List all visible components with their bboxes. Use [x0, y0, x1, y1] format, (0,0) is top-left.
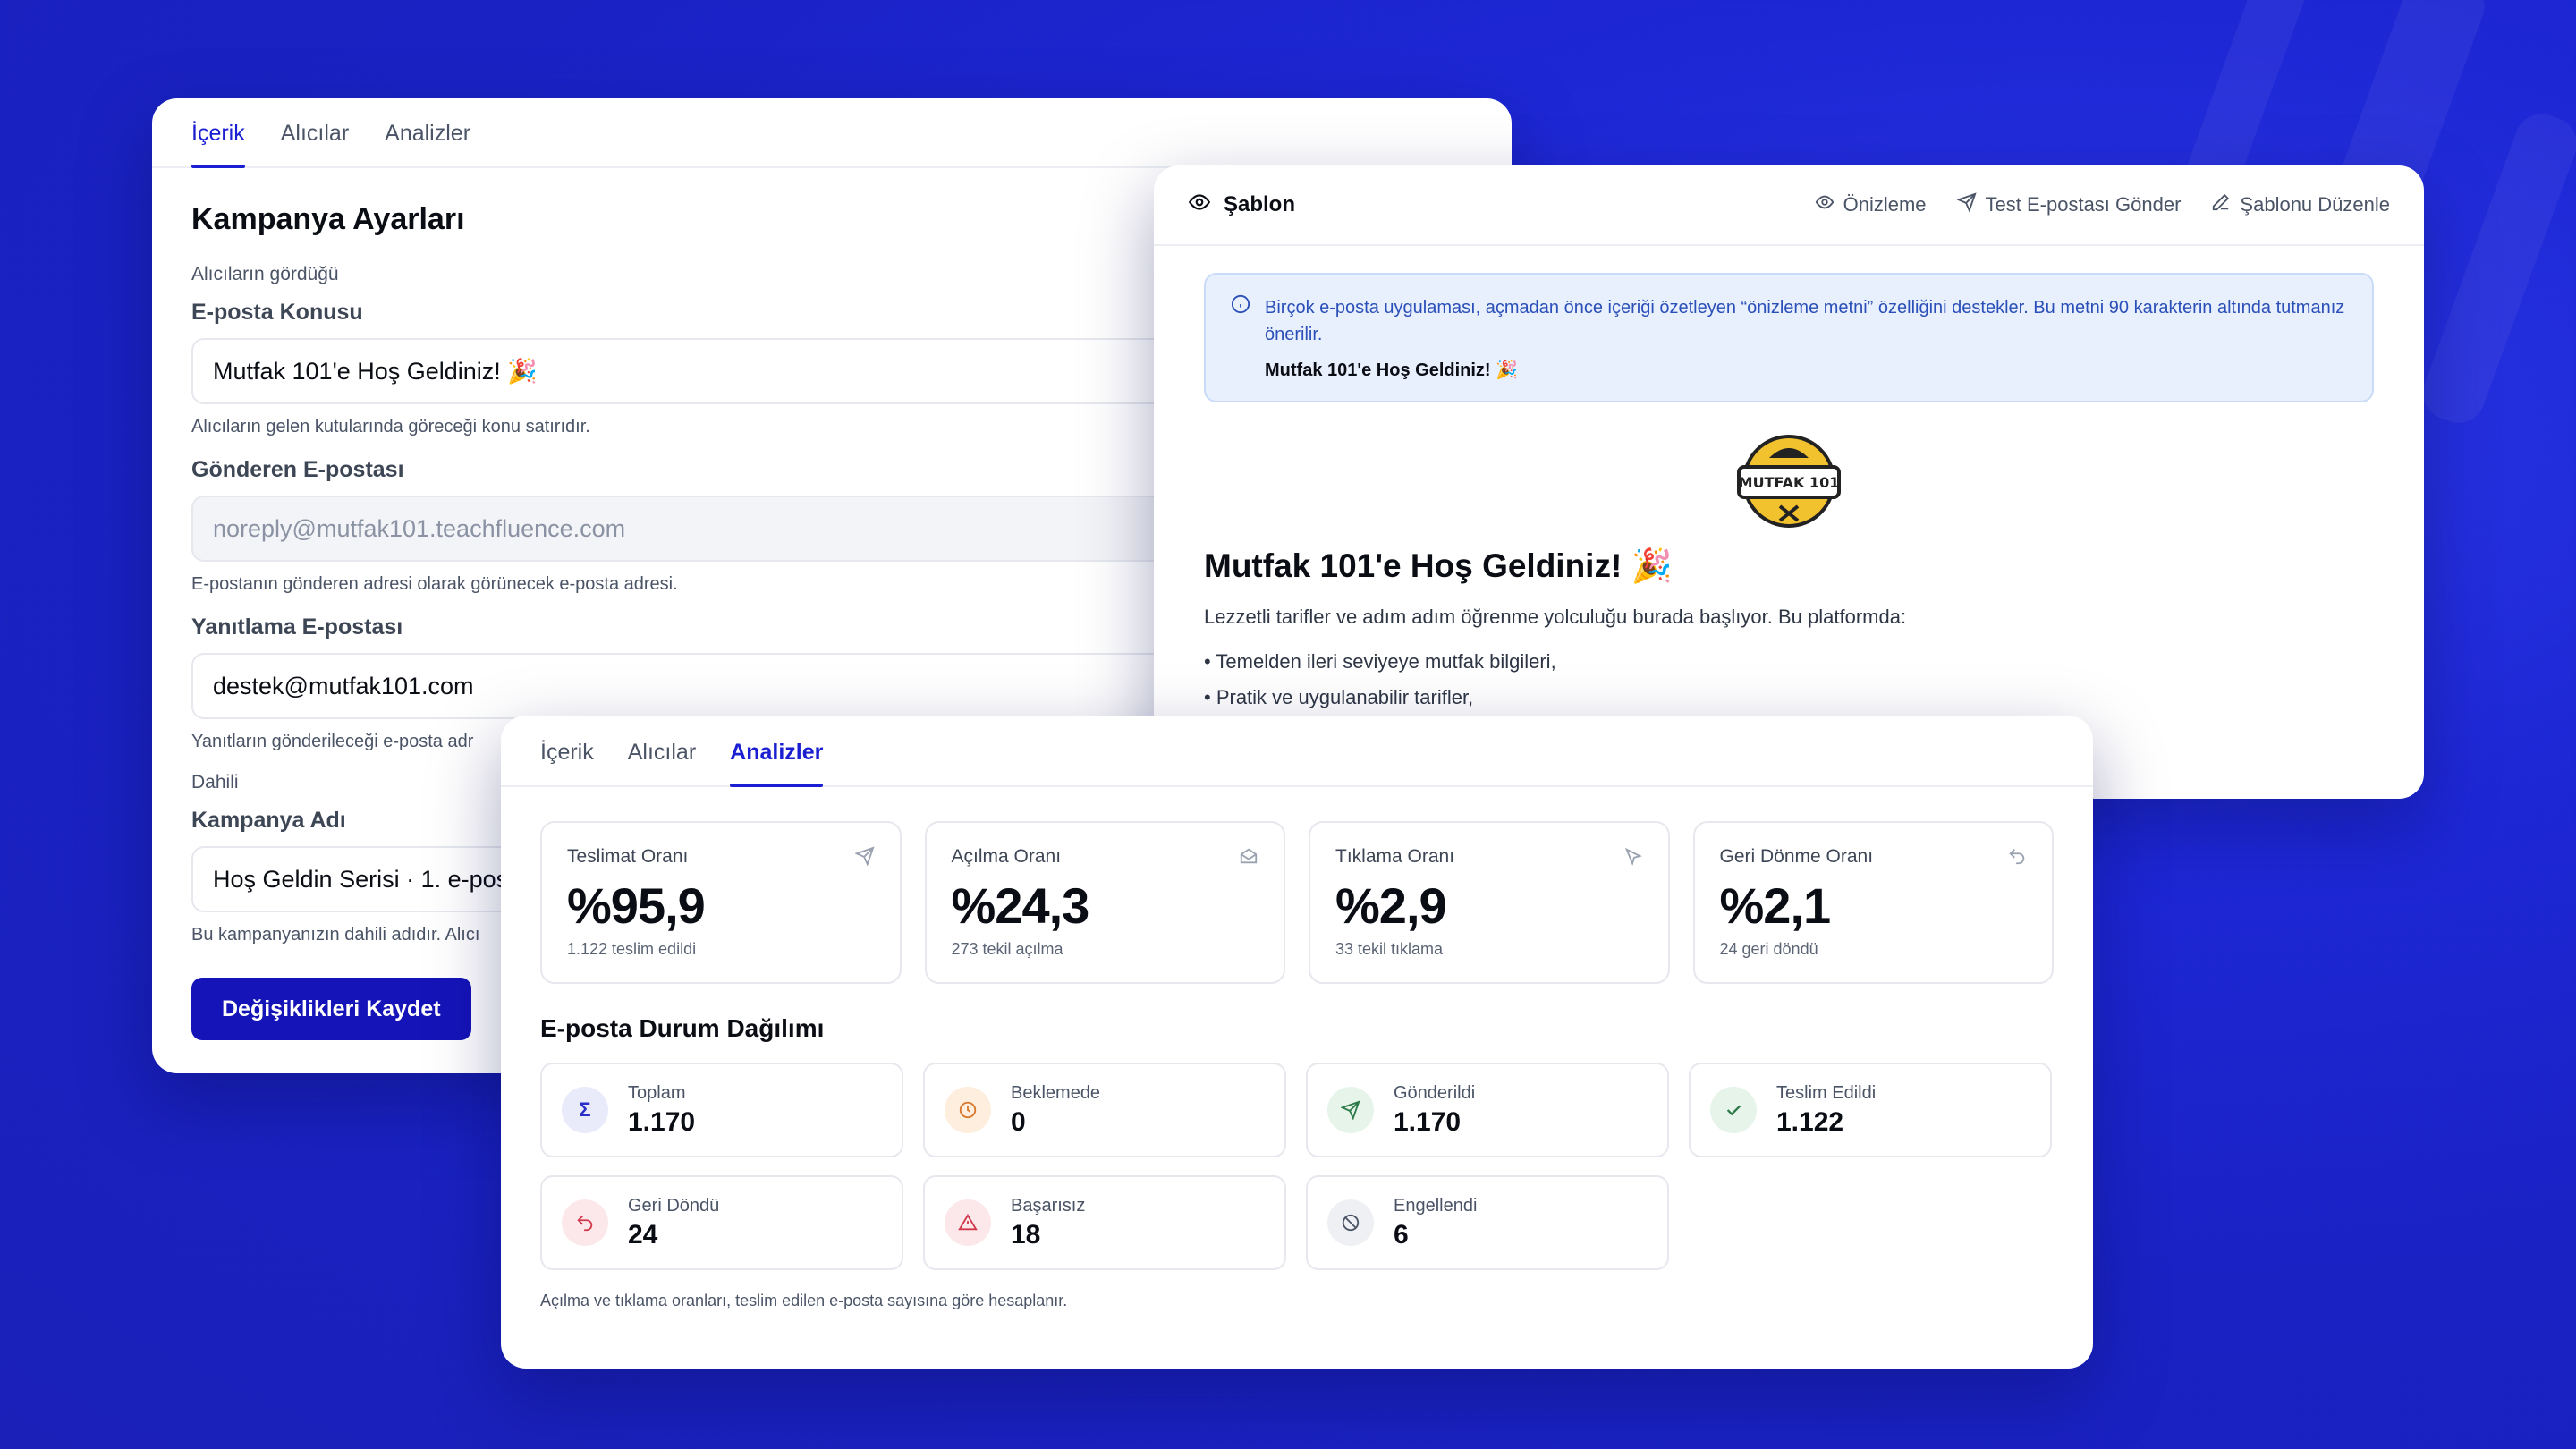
preview-text-info: Birçok e-posta uygulaması, açmadan önce … — [1204, 273, 2374, 402]
stat-label: Geri Dönme Oranı — [1719, 846, 1874, 867]
email-bullet: • Pratik ve uygulanabilir tarifler, — [1204, 686, 1474, 708]
email-intro: Lezzetli tarifler ve adım adım öğrenme y… — [1204, 606, 1907, 628]
brand-logo: MUTFAK 101 — [1737, 435, 1841, 528]
status-failed: Başarısız 18 — [923, 1175, 1286, 1270]
status-label: Gönderildi — [1394, 1082, 1476, 1103]
info-text: Birçok e-posta uygulaması, açmadan önce … — [1265, 298, 2345, 344]
background-stroke — [2415, 106, 2576, 431]
status-label: Engellendi — [1394, 1195, 1478, 1216]
stat-label: Açılma Oranı — [951, 846, 1062, 867]
edit-template-label: Şablonu Düzenle — [2240, 193, 2390, 216]
status-pending: Beklemede 0 — [923, 1063, 1286, 1157]
stat-label: Teslimat Oranı — [567, 846, 689, 867]
send-test-button[interactable]: Test E-postası Gönder — [1955, 192, 2182, 217]
tab-recipients[interactable]: Alıcılar — [281, 121, 349, 166]
eye-icon — [1188, 191, 1211, 220]
email-bullet: • Temelden ileri seviyeye mutfak bilgile… — [1204, 650, 1556, 673]
status-label: Başarısız — [1011, 1195, 1086, 1216]
save-changes-button[interactable]: Değişiklikleri Kaydet — [191, 978, 471, 1040]
send-icon — [853, 846, 875, 870]
clock-icon — [945, 1087, 991, 1133]
stat-value: %24,3 — [951, 877, 1090, 934]
preview-button[interactable]: Önizleme — [1815, 192, 1927, 217]
tab-content[interactable]: İçerik — [540, 740, 594, 785]
edit-template-button[interactable]: Şablonu Düzenle — [2211, 192, 2390, 217]
tab-analytics[interactable]: Analizler — [730, 740, 824, 787]
status-label: Beklemede — [1011, 1082, 1101, 1103]
check-icon — [1710, 1087, 1757, 1133]
status-label: Geri Döndü — [628, 1195, 720, 1216]
status-value: 1.122 — [1776, 1106, 1844, 1137]
settings-tabs: İçerik Alıcılar Analizler — [152, 98, 1512, 168]
status-bounced: Geri Döndü 24 — [540, 1175, 903, 1270]
analytics-panel: İçerik Alıcılar Analizler Teslimat Oranı… — [501, 716, 2093, 1368]
stat-label: Tıklama Oranı — [1335, 846, 1455, 867]
distribution-title: E-posta Durum Dağılımı — [540, 1014, 825, 1042]
status-total: Σ Toplam 1.170 — [540, 1063, 903, 1157]
tab-analytics[interactable]: Analizler — [385, 121, 470, 166]
stat-sub: 24 geri döndü — [1719, 940, 1818, 958]
template-title: Şablon — [1224, 192, 1296, 216]
eye-icon — [1815, 192, 1835, 217]
send-icon — [1955, 192, 1977, 217]
mail-open-icon — [1239, 846, 1258, 870]
logo-text: MUTFAK 101 — [1739, 474, 1840, 491]
status-value: 18 — [1011, 1219, 1041, 1250]
status-blocked: Engellendi 6 — [1306, 1175, 1669, 1270]
sigma-icon: Σ — [562, 1087, 608, 1133]
tab-content[interactable]: İçerik — [191, 121, 245, 168]
warning-icon — [945, 1199, 991, 1246]
delivery-rate-card: Teslimat Oranı %95,9 1.122 teslim edildi — [540, 821, 902, 984]
status-label: Toplam — [628, 1082, 686, 1103]
status-label: Teslim Edildi — [1776, 1082, 1877, 1103]
status-value: 1.170 — [1394, 1106, 1462, 1137]
status-delivered: Teslim Edildi 1.122 — [1689, 1063, 2052, 1157]
status-value: 1.170 — [628, 1106, 696, 1137]
stat-sub: 1.122 teslim edildi — [567, 940, 697, 958]
stat-sub: 33 tekil tıklama — [1335, 940, 1444, 958]
stat-value: %95,9 — [567, 877, 706, 934]
undo-icon — [2007, 846, 2027, 870]
stat-value: %2,1 — [1719, 877, 1832, 934]
stat-sub: 273 tekil açılma — [951, 940, 1063, 958]
open-rate-card: Açılma Oranı %24,3 273 tekil açılma — [924, 821, 1285, 984]
status-value: 24 — [628, 1219, 658, 1250]
analytics-tabs: İçerik Alıcılar Analizler — [501, 716, 2093, 787]
bounce-rate-card: Geri Dönme Oranı %2,1 24 geri döndü — [1692, 821, 2054, 984]
status-value: 6 — [1394, 1219, 1409, 1250]
ban-icon — [1327, 1199, 1374, 1246]
undo-icon — [562, 1199, 608, 1246]
status-sent: Gönderildi 1.170 — [1306, 1063, 1669, 1157]
template-preview-panel: Şablon Önizleme Test E-postası Gönder Şa… — [1154, 165, 2424, 799]
status-value: 0 — [1011, 1106, 1026, 1137]
click-rate-card: Tıklama Oranı %2,9 33 tekil tıklama — [1309, 821, 1670, 984]
preview-label: Önizleme — [1843, 193, 1927, 216]
send-icon — [1327, 1087, 1374, 1133]
send-test-label: Test E-postası Gönder — [1985, 193, 2182, 216]
footnote: Açılma ve tıklama oranları, teslim edile… — [540, 1292, 1068, 1309]
email-heading: Mutfak 101'e Hoş Geldiniz! 🎉 — [1204, 547, 1673, 584]
preview-text-value: Mutfak 101'e Hoş Geldiniz! 🎉 — [1265, 360, 1519, 380]
tab-recipients[interactable]: Alıcılar — [628, 740, 696, 785]
cursor-icon — [1623, 846, 1643, 870]
info-icon — [1231, 294, 1250, 381]
stat-value: %2,9 — [1335, 877, 1447, 934]
pencil-icon — [2211, 192, 2231, 217]
